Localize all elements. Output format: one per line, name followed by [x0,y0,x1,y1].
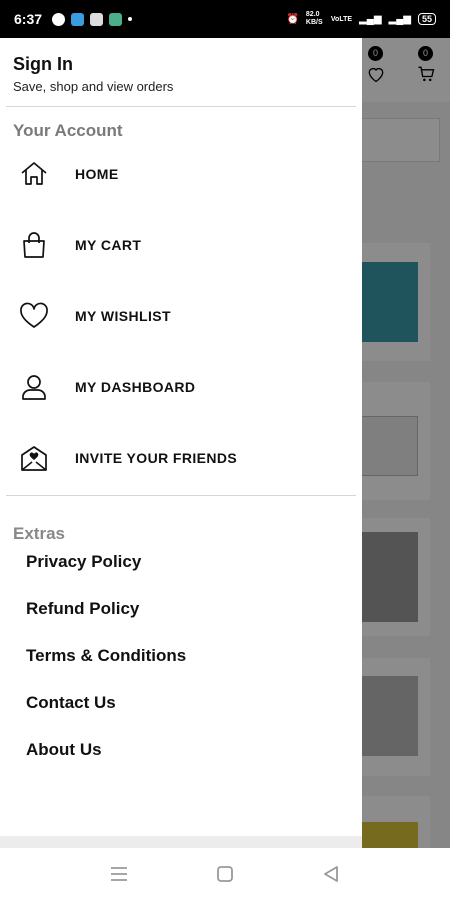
nav-item-my-dashboard[interactable]: MY DASHBOARD [0,351,362,422]
user-icon [18,371,50,403]
contact-us-link[interactable]: Contact Us [0,679,362,726]
back-icon[interactable] [320,863,342,885]
invite-envelope-icon [18,442,50,474]
status-time: 6:37 [14,11,43,27]
more-notifications-icon [128,17,133,21]
chat-app-icon [52,12,66,26]
heart-icon [18,300,50,332]
battery-icon: 55 [417,13,436,25]
nav-item-label: INVITE YOUR FRIENDS [75,449,238,466]
network-speed: 82.0 KB/S [305,11,323,26]
status-bar: 6:37 ⏰ 82.0 KB/S VoLTE ▂▄▆ ▂▄▆ 55 [0,0,450,38]
nav-item-label: HOME [75,165,119,182]
nav-item-home[interactable]: HOME [0,138,362,209]
drawer-footer [0,836,362,848]
volte-label: VoLTE [330,15,353,23]
status-app-icons [52,12,133,26]
status-right: ⏰ 82.0 KB/S VoLTE ▂▄▆ ▂▄▆ 55 [286,11,436,27]
refund-policy-link[interactable]: Refund Policy [0,585,362,632]
system-nav-bar [0,848,450,900]
signal-icon-2: ▂▄▆ [388,13,411,25]
messages-app-icon [109,12,123,26]
sign-in-title[interactable]: Sign In [13,54,349,75]
tools-app-icon [90,12,104,26]
terms-conditions-link[interactable]: Terms & Conditions [0,632,362,679]
sign-in-section[interactable]: Sign In Save, shop and view orders [0,38,362,106]
home-icon [18,158,50,190]
menu-icon[interactable] [108,863,130,885]
nav-item-my-cart[interactable]: MY CART [0,209,362,280]
divider [6,106,356,107]
about-us-link[interactable]: About Us [0,726,362,773]
nav-item-invite-friends[interactable]: INVITE YOUR FRIENDS [0,422,362,493]
nav-item-my-wishlist[interactable]: MY WISHLIST [0,280,362,351]
privacy-policy-link[interactable]: Privacy Policy [0,538,362,585]
alarm-icon: ⏰ [286,13,299,25]
nav-item-label: MY WISHLIST [75,307,171,324]
divider [6,495,356,496]
shopping-bag-icon [18,229,50,261]
nav-item-label: MY DASHBOARD [75,378,196,395]
home-square-icon[interactable] [214,863,236,885]
signal-icon: ▂▄▆ [359,13,382,25]
navigation-drawer: Sign In Save, shop and view orders Your … [0,38,362,848]
nav-item-label: MY CART [75,236,142,253]
photos-app-icon [71,12,85,26]
sign-in-subtitle: Save, shop and view orders [13,79,174,94]
